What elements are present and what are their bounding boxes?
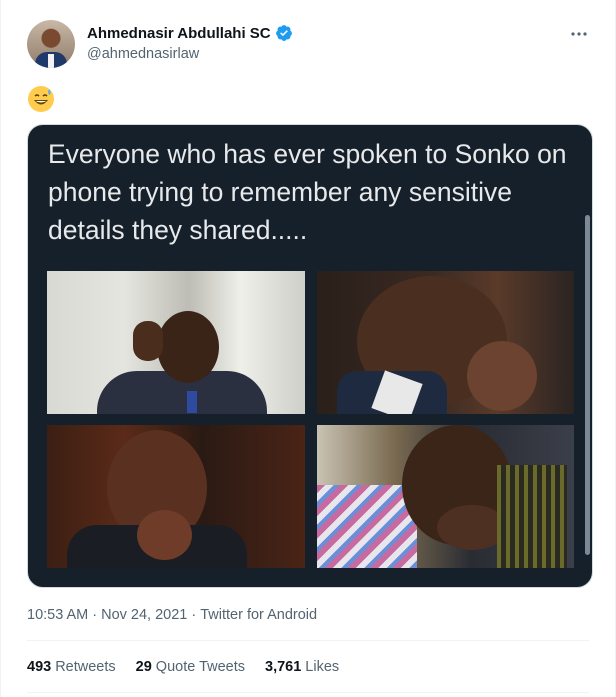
more-dots-icon bbox=[571, 32, 587, 36]
photo-man-holding-head bbox=[47, 271, 305, 414]
timestamp-row: 10:53 AM · Nov 24, 2021 · Twitter for An… bbox=[27, 607, 317, 623]
quotes-count: 29 bbox=[135, 659, 152, 675]
likes-label: Likes bbox=[305, 659, 340, 675]
quotes-label: Quote Tweets bbox=[155, 659, 245, 675]
tweet-time[interactable]: 10:53 AM bbox=[27, 607, 88, 623]
tweet-source[interactable]: Twitter for Android bbox=[200, 607, 317, 623]
retweets-stat[interactable]: 493 Retweets bbox=[27, 659, 116, 675]
media-scrollbar bbox=[585, 215, 590, 555]
divider bbox=[27, 640, 589, 641]
media-caption: Everyone who has ever spoken to Sonko on… bbox=[48, 139, 567, 245]
more-options-icon[interactable] bbox=[569, 26, 589, 42]
sweat-smile-emoji-icon bbox=[28, 86, 54, 112]
likes-stat[interactable]: 3,761 Likes bbox=[265, 659, 339, 675]
divider bbox=[27, 692, 589, 693]
photo-man-hand-over-mouth bbox=[317, 425, 574, 568]
tweet-date[interactable]: Nov 24, 2021 bbox=[101, 607, 187, 623]
photo-man-hands-clasped bbox=[47, 425, 305, 568]
avatar-collar bbox=[48, 54, 54, 68]
avatar[interactable] bbox=[27, 20, 75, 68]
likes-count: 3,761 bbox=[265, 659, 302, 675]
media-image[interactable]: Everyone who has ever spoken to Sonko on… bbox=[27, 124, 593, 588]
quote-tweets-stat[interactable]: 29 Quote Tweets bbox=[136, 659, 245, 675]
handle[interactable]: @ahmednasirlaw bbox=[87, 46, 199, 62]
tweet-card: Ahmednasir Abdullahi SC @ahmednasirlaw E… bbox=[0, 0, 616, 697]
display-name[interactable]: Ahmednasir Abdullahi SC bbox=[87, 25, 271, 42]
separator: · bbox=[191, 607, 197, 623]
verified-badge-icon bbox=[275, 25, 292, 41]
retweets-count: 493 bbox=[27, 659, 52, 675]
engagement-stats: 493 Retweets 29 Quote Tweets 3,761 Likes bbox=[27, 659, 339, 675]
separator: · bbox=[92, 607, 98, 623]
retweets-label: Retweets bbox=[55, 659, 116, 675]
photo-man-hand-on-chin bbox=[317, 271, 574, 414]
author-name-row: Ahmednasir Abdullahi SC bbox=[87, 24, 293, 42]
